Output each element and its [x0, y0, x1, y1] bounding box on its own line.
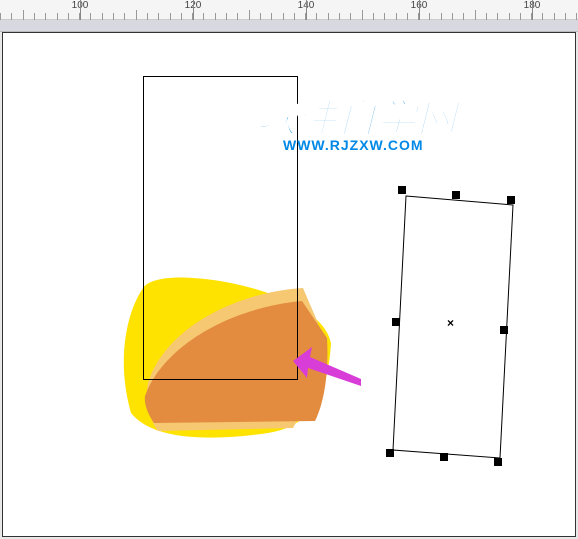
selection-handle-tc[interactable] [452, 191, 460, 199]
ruler-tick-minor [181, 13, 182, 20]
ruler-tick-minor [34, 13, 35, 20]
ruler-tick-minor [475, 13, 476, 20]
ruler-tick-minor [192, 13, 193, 20]
ruler-tick-minor [384, 13, 385, 20]
ruler-tick-minor [271, 13, 272, 20]
ruler-tick-minor [362, 13, 363, 20]
ruler-tick-minor [283, 13, 284, 20]
ruler-tick-minor [124, 13, 125, 20]
ruler-tick-minor [158, 13, 159, 20]
ruler-tick-minor [576, 13, 577, 20]
ruler-tick-minor [396, 13, 397, 20]
selection-handle-ml[interactable] [392, 318, 400, 326]
ruler-tick-minor [429, 13, 430, 20]
ruler-tick-minor [531, 13, 532, 20]
selection-handle-tr[interactable] [507, 196, 515, 204]
ruler-tick-minor [463, 13, 464, 20]
ruler-tick-minor [339, 13, 340, 20]
ruler-tick-minor [203, 13, 204, 20]
ruler-tick-minor [68, 13, 69, 20]
selection-handle-br[interactable] [494, 458, 502, 466]
ruler-tick-minor [113, 13, 114, 20]
selection-center-mark: × [447, 316, 454, 330]
ruler-tick-minor [294, 13, 295, 20]
watermark-title: 软件自学网 [257, 88, 457, 144]
ruler-tick-minor [407, 13, 408, 20]
ruler-tick-minor [565, 13, 566, 20]
watermark-url: WWW.RJZXW.COM [283, 137, 424, 153]
ruler-tick-minor [11, 13, 12, 20]
ruler-tick-minor [554, 13, 555, 20]
ruler-tick-minor [57, 13, 58, 20]
ruler-tick-minor [45, 13, 46, 20]
ruler-horizontal[interactable]: 100 120 140 160 180 200 [0, 0, 578, 20]
selection-handle-bl[interactable] [386, 449, 394, 457]
ruler-tick [419, 0, 420, 20]
ruler-tick [80, 0, 81, 20]
ruler-tick-minor [226, 13, 227, 20]
ruler-tick-minor [350, 13, 351, 20]
ruler-tick-minor [90, 13, 91, 20]
ruler-tick [193, 0, 194, 20]
ruler-tick-minor [170, 13, 171, 20]
annotation-arrow [293, 343, 363, 391]
ruler-tick-minor [542, 13, 543, 20]
ruler-tick-minor [452, 13, 453, 20]
ruler-tick-minor [0, 13, 1, 20]
info-bar [0, 20, 578, 32]
ruler-tick [532, 0, 533, 20]
ruler-tick-minor [249, 13, 250, 20]
ruler-tick-minor [497, 13, 498, 20]
ruler-tick-minor [260, 13, 261, 20]
selection-handle-tl[interactable] [398, 186, 406, 194]
ruler-tick-minor [441, 13, 442, 20]
ruler-tick-minor [147, 13, 148, 20]
ruler-tick-minor [373, 13, 374, 20]
ruler-tick [306, 0, 307, 20]
ruler-tick-minor [520, 13, 521, 20]
ruler-tick-minor [418, 13, 419, 20]
ruler-tick-minor [136, 13, 137, 20]
ruler-tick-minor [305, 13, 306, 20]
ruler-tick-minor [215, 13, 216, 20]
ruler-tick-minor [79, 13, 80, 20]
ruler-tick-minor [509, 13, 510, 20]
selection-handle-mr[interactable] [500, 326, 508, 334]
ruler-tick-minor [328, 13, 329, 20]
ruler-tick-minor [102, 13, 103, 20]
ruler-tick-minor [23, 13, 24, 20]
ruler-tick-minor [486, 13, 487, 20]
selection-handle-bc[interactable] [440, 453, 448, 461]
ruler-tick-minor [237, 13, 238, 20]
drawing-canvas[interactable]: 软件自学网 WWW.RJZXW.COM × [2, 32, 576, 537]
ruler-tick-minor [316, 13, 317, 20]
